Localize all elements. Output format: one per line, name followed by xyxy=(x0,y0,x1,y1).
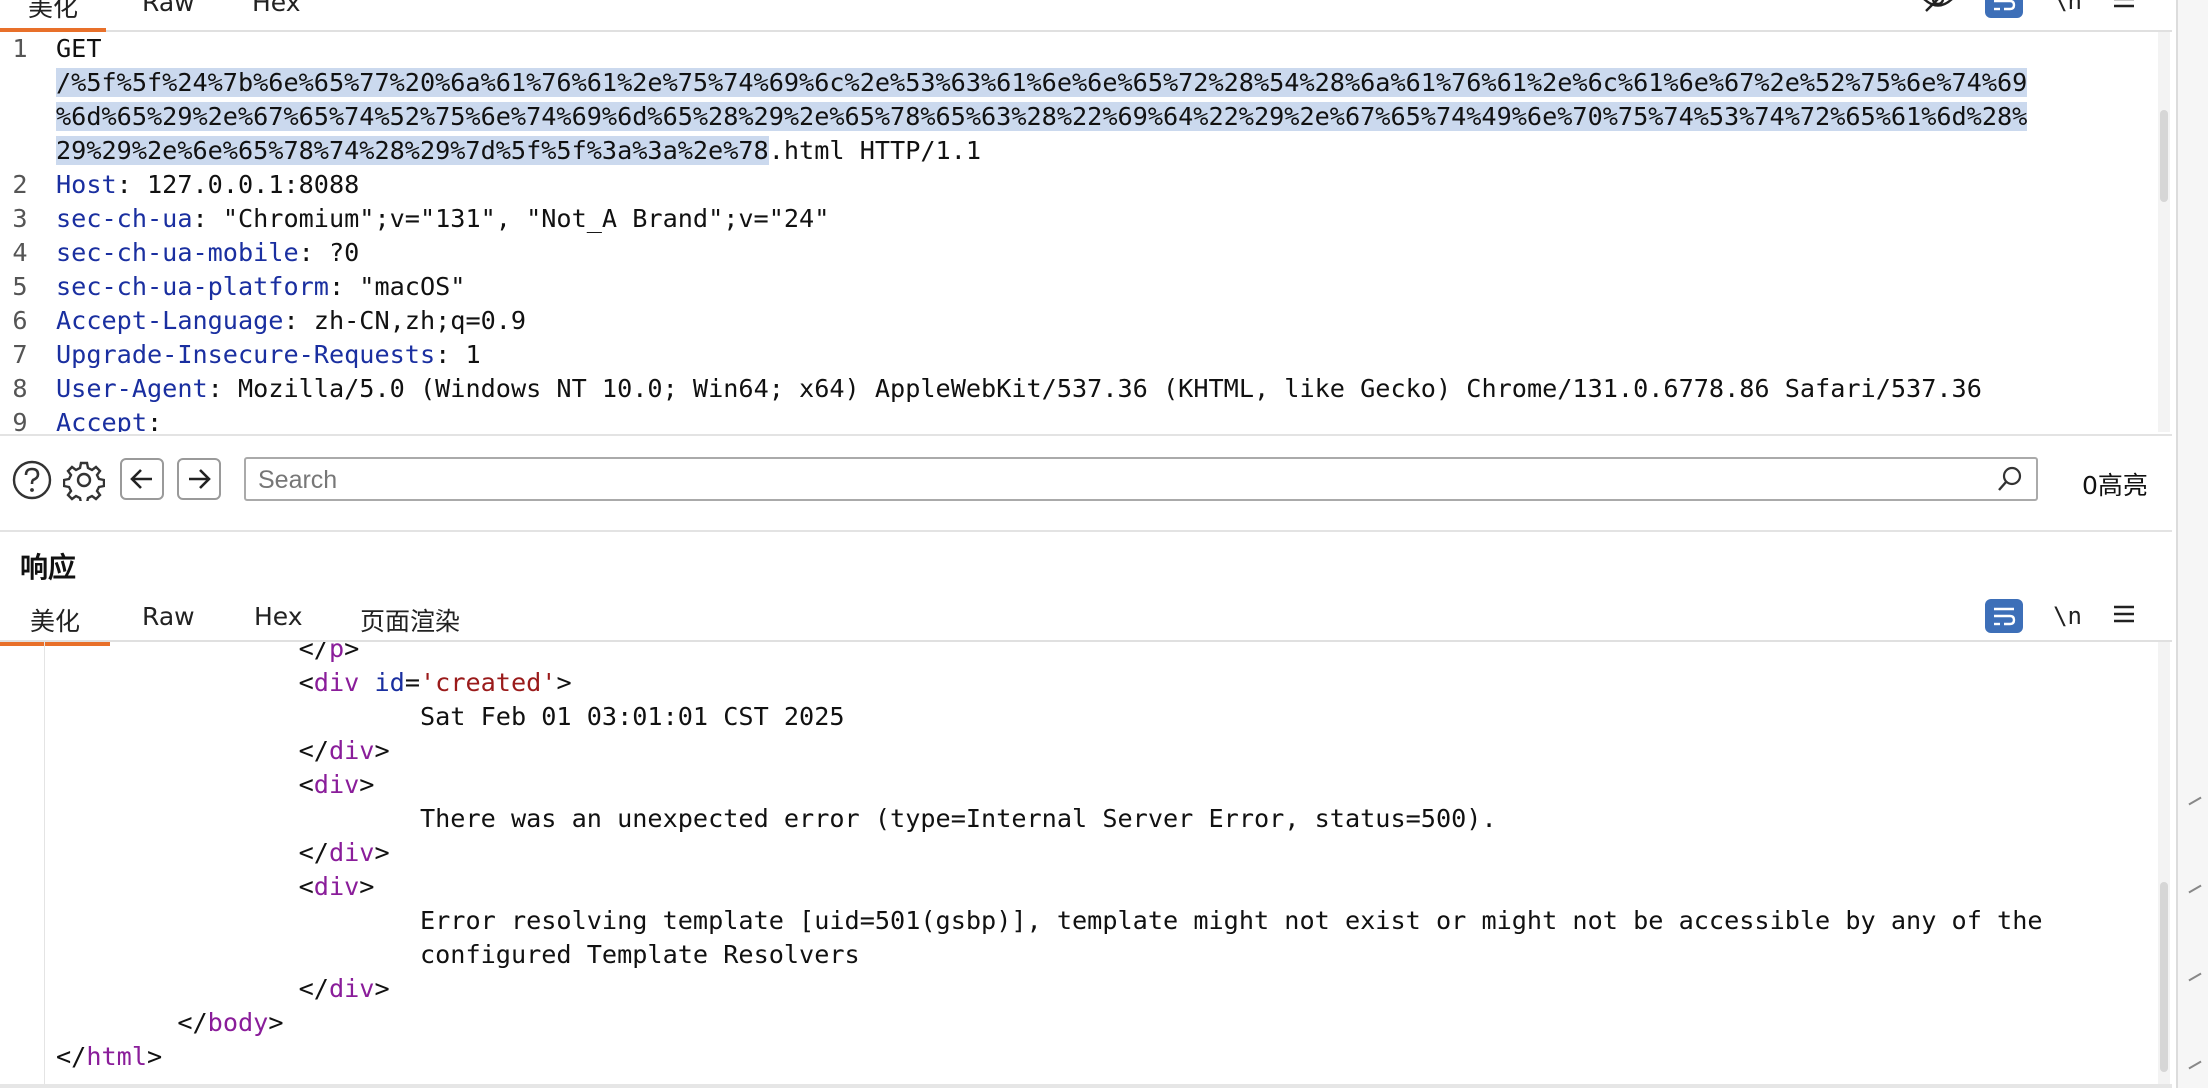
search-icon[interactable] xyxy=(1996,465,2024,498)
arrow-left-icon[interactable] xyxy=(120,458,164,500)
hamburger-icon[interactable] xyxy=(2112,0,2136,15)
hamburger-icon[interactable] xyxy=(2112,603,2136,630)
search-box xyxy=(244,457,2038,501)
request-editor[interactable]: 1 2 3 4 5 6 7 8 9 GET /%5f%5f%24%7b%6e%6… xyxy=(0,32,2160,432)
header-value: : "Chromium";v="131", "Not_A Brand";v="2… xyxy=(192,204,830,233)
created-timestamp: Sat Feb 01 03:01:01 CST 2025 xyxy=(419,702,845,731)
search-toolbar: 0高亮 xyxy=(0,434,2172,532)
response-tab-bar: 美化 Raw Hex 页面渲染 \n xyxy=(0,594,2172,646)
template-error-message: Error resolving template [uid=501(gsbp)]… xyxy=(419,906,2043,935)
highlight-count: 0高亮 xyxy=(2082,471,2148,500)
header-value: : xyxy=(147,408,163,432)
wrap-icon[interactable] xyxy=(1985,599,2024,633)
template-error-message-cont: configured Template Resolvers xyxy=(419,940,860,969)
request-text: GET /%5f%5f%24%7b%6e%65%77%20%6a%61%76%6… xyxy=(56,32,2028,432)
header-key: sec-ch-ua-mobile xyxy=(56,238,299,267)
response-scrollbar-thumb[interactable] xyxy=(2160,882,2168,1072)
wrap-icon[interactable] xyxy=(1985,0,2024,18)
help-icon[interactable] xyxy=(10,458,54,502)
eye-off-icon[interactable] xyxy=(1921,0,1955,19)
header-key: User-Agent xyxy=(56,374,208,403)
edge-mark xyxy=(2188,884,2202,894)
request-method: GET xyxy=(56,34,102,63)
request-tab-hex[interactable]: Hex xyxy=(252,0,301,17)
request-url-selected: %6d%65%29%2e%67%65%74%52%75%6e%74%69%6d%… xyxy=(56,102,2028,131)
header-value: : Mozilla/5.0 (Windows NT 10.0; Win64; x… xyxy=(207,374,1982,403)
header-key: Host xyxy=(56,170,117,199)
arrow-right-icon[interactable] xyxy=(177,458,221,500)
response-toolbar: \n xyxy=(1985,596,2136,636)
header-key: sec-ch-ua xyxy=(56,204,193,233)
error-message: There was an unexpected error (type=Inte… xyxy=(419,804,1497,833)
gutter-divider xyxy=(44,642,45,1088)
request-toolbar: \n xyxy=(1921,0,2136,19)
response-tab-pretty[interactable]: 美化 xyxy=(0,602,111,646)
request-scrollbar[interactable] xyxy=(2158,32,2170,432)
response-editor[interactable]: </p> <div id='created'> Sat Feb 01 03:01… xyxy=(0,642,2160,1088)
header-value: : ?0 xyxy=(298,238,360,267)
header-value: : 1 xyxy=(435,340,481,369)
header-key: Upgrade-Insecure-Requests xyxy=(56,340,436,369)
response-tab-hex[interactable]: Hex xyxy=(254,602,303,631)
request-tab-raw[interactable]: Raw xyxy=(142,0,195,17)
response-tab-raw[interactable]: Raw xyxy=(142,602,195,631)
gear-icon[interactable] xyxy=(62,458,106,502)
request-url-tail: .html HTTP/1.1 xyxy=(768,136,982,165)
request-url-selected: 29%29%2e%6e%65%78%74%28%29%7d%5f%5f%3a%3… xyxy=(56,136,769,165)
response-text: </p> <div id='created'> Sat Feb 01 03:01… xyxy=(56,642,2043,1071)
header-value: : "macOS" xyxy=(328,272,466,301)
search-input[interactable] xyxy=(256,459,1980,501)
edge-mark xyxy=(2188,972,2202,982)
newline-toggle[interactable]: \n xyxy=(2053,0,2082,15)
response-horizontal-scrollbar[interactable] xyxy=(0,1084,2172,1088)
newline-toggle[interactable]: \n xyxy=(2053,602,2082,630)
http-message-editor: 美化 Raw Hex \n 1 2 3 4 5 6 7 8 9 GET /%5f… xyxy=(0,0,2208,1088)
edge-mark xyxy=(2188,796,2202,806)
side-panel-edge[interactable] xyxy=(2176,0,2208,1088)
header-key: sec-ch-ua-platform xyxy=(56,272,329,301)
line-number-gutter: 1 2 3 4 5 6 7 8 9 xyxy=(12,34,28,432)
request-tab-pretty[interactable]: 美化 xyxy=(0,0,107,32)
header-value: : 127.0.0.1:8088 xyxy=(116,170,360,199)
header-key: Accept xyxy=(56,408,147,432)
request-tab-bar: 美化 Raw Hex \n xyxy=(0,0,2172,32)
header-value: : zh-CN,zh;q=0.9 xyxy=(283,306,527,335)
header-key: Accept-Language xyxy=(56,306,284,335)
request-url-selected: /%5f%5f%24%7b%6e%65%77%20%6a%61%76%61%2e… xyxy=(56,68,2028,97)
response-title: 响应 xyxy=(20,551,77,584)
response-tab-render[interactable]: 页面渲染 xyxy=(360,602,460,638)
request-scrollbar-thumb[interactable] xyxy=(2160,110,2168,202)
edge-mark xyxy=(2188,1060,2202,1070)
